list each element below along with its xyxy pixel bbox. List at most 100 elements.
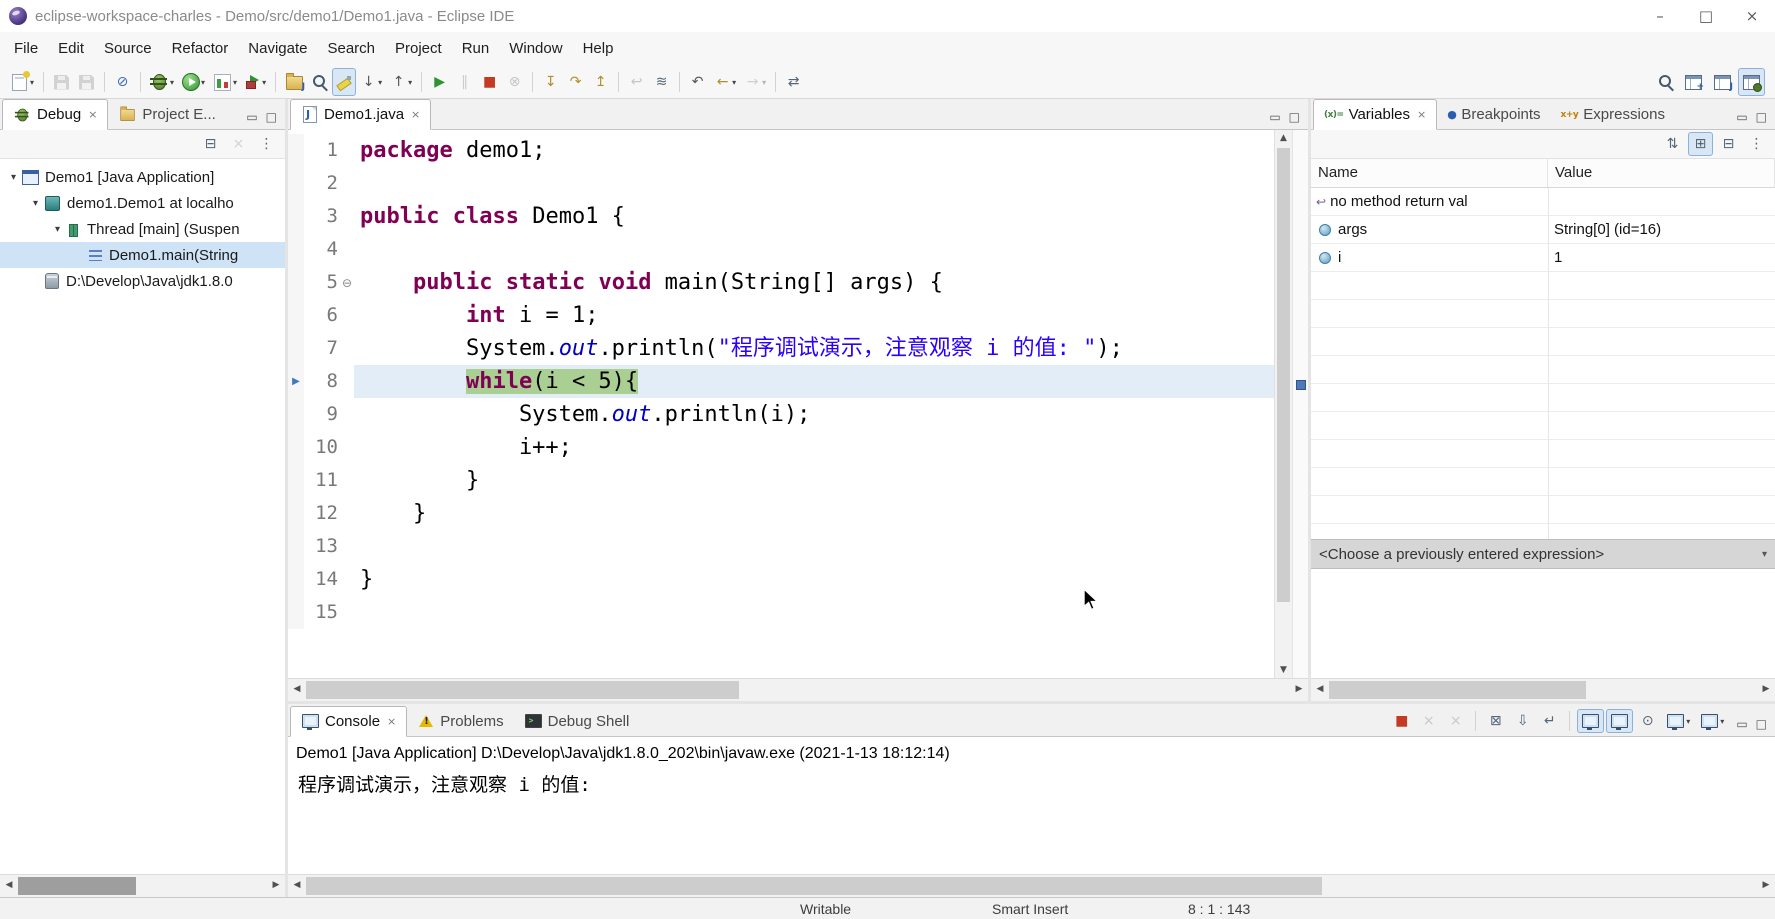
debug-tree-item[interactable]: ▾Demo1 [Java Application] <box>0 164 285 190</box>
scrollbar-track[interactable] <box>1275 146 1292 662</box>
java-perspective-icon[interactable]: J <box>1709 68 1736 96</box>
skip-all-breakpoints-icon[interactable]: ⊘ <box>110 68 135 96</box>
scrollbar-track[interactable] <box>306 679 1290 701</box>
tab-variables[interactable]: (x)= Variables × <box>1313 99 1437 130</box>
menu-search[interactable]: Search <box>317 32 385 66</box>
overview-ruler[interactable] <box>1292 130 1308 678</box>
word-wrap-icon[interactable]: ↵ <box>1537 709 1562 733</box>
console-horizontal-scrollbar[interactable]: ◀ ▶ <box>288 874 1775 897</box>
menu-navigate[interactable]: Navigate <box>238 32 317 66</box>
open-console-icon[interactable]: ▾ <box>1696 709 1728 733</box>
close-icon[interactable]: × <box>1417 108 1426 121</box>
tab-breakpoints[interactable]: ● Breakpoints <box>1437 100 1550 129</box>
use-step-filters-icon[interactable]: ≋ <box>649 68 674 96</box>
terminate-console-icon[interactable]: ■ <box>1389 709 1414 733</box>
debug-icon[interactable]: ▾ <box>146 68 178 96</box>
open-type-icon[interactable] <box>308 68 332 96</box>
minimize-view-button[interactable]: ▭ <box>1736 718 1747 730</box>
tree-expander-icon[interactable]: ▾ <box>6 172 21 183</box>
debug-horizontal-scrollbar[interactable]: ◀ ▶ <box>0 874 285 897</box>
minimize-view-button[interactable]: ▭ <box>1269 111 1280 123</box>
toggle-mark-occurrences-icon[interactable] <box>332 68 356 96</box>
scroll-left-arrow-icon[interactable]: ◀ <box>1311 679 1329 701</box>
menu-project[interactable]: Project <box>385 32 452 66</box>
debug-tree-item[interactable]: ▾Thread [main] (Suspen <box>0 216 285 242</box>
tab-project-explorer[interactable]: Project E... <box>108 100 225 129</box>
show-console-on-stderr-icon[interactable] <box>1606 709 1633 733</box>
scrollbar-thumb[interactable] <box>306 877 1322 895</box>
maximize-view-button[interactable]: □ <box>266 111 277 123</box>
tab-demo1-java[interactable]: J Demo1.java × <box>290 99 431 130</box>
code-line[interactable] <box>354 233 1274 266</box>
tab-debug[interactable]: Debug × <box>2 99 108 130</box>
display-selected-console-icon[interactable]: ▾ <box>1662 709 1694 733</box>
close-icon[interactable]: × <box>387 715 396 728</box>
window-maximize-button[interactable]: □ <box>1683 0 1729 32</box>
quick-access-search-icon[interactable] <box>1654 68 1678 96</box>
scrollbar-thumb[interactable] <box>1329 681 1586 699</box>
column-value[interactable]: Value <box>1548 159 1775 187</box>
new-java-project-icon[interactable]: J <box>281 68 308 96</box>
scroll-right-arrow-icon[interactable]: ▶ <box>267 875 285 897</box>
menu-edit[interactable]: Edit <box>48 32 94 66</box>
show-logical-structures-icon[interactable]: ⊞ <box>1688 132 1713 156</box>
step-into-icon[interactable]: ↧ <box>538 68 563 96</box>
tree-expander-icon[interactable]: ▾ <box>50 224 65 235</box>
code-line[interactable] <box>354 596 1274 629</box>
code-line[interactable]: public class Demo1 { <box>354 200 1274 233</box>
menu-source[interactable]: Source <box>94 32 162 66</box>
resume-icon[interactable]: ▶ <box>427 68 452 96</box>
debug-tree-item[interactable]: ▾demo1.Demo1 at localho <box>0 190 285 216</box>
open-perspective-icon[interactable]: + <box>1680 68 1707 96</box>
show-type-names-icon[interactable]: ⇅ <box>1660 132 1685 156</box>
terminate-icon[interactable]: ■ <box>477 68 502 96</box>
show-console-on-stdout-icon[interactable] <box>1577 709 1604 733</box>
scroll-left-arrow-icon[interactable]: ◀ <box>288 679 306 701</box>
close-icon[interactable]: × <box>88 108 97 121</box>
scroll-right-arrow-icon[interactable]: ▶ <box>1757 875 1775 897</box>
coverage-icon[interactable]: ▾ <box>209 68 241 96</box>
collapse-all-icon[interactable]: ⊟ <box>1716 132 1741 156</box>
scroll-right-arrow-icon[interactable]: ▶ <box>1757 679 1775 701</box>
editor-vertical-scrollbar[interactable]: ▲ ▼ <box>1274 130 1292 678</box>
tab-console[interactable]: Console × <box>290 706 407 737</box>
editor-horizontal-scrollbar[interactable]: ◀ ▶ <box>288 678 1308 701</box>
code-line[interactable]: int i = 1; <box>354 299 1274 332</box>
scrollbar-track[interactable] <box>18 875 267 897</box>
code-line[interactable] <box>354 167 1274 200</box>
menu-file[interactable]: File <box>4 32 48 66</box>
current-line-marker[interactable] <box>1296 380 1306 390</box>
column-name[interactable]: Name <box>1311 159 1548 187</box>
window-close-button[interactable]: × <box>1729 0 1775 32</box>
clear-console-icon[interactable]: ⊠ <box>1483 709 1508 733</box>
debug-perspective-icon[interactable] <box>1738 68 1765 96</box>
scroll-left-arrow-icon[interactable]: ◀ <box>288 875 306 897</box>
scroll-left-arrow-icon[interactable]: ◀ <box>0 875 18 897</box>
window-minimize-button[interactable]: – <box>1637 0 1683 32</box>
next-annotation-icon[interactable]: ↓▾ <box>356 68 386 96</box>
code-line[interactable]: while(i < 5){ <box>354 365 1274 398</box>
scrollbar-thumb[interactable] <box>18 877 136 895</box>
maximize-view-button[interactable]: □ <box>1756 111 1767 123</box>
code-line[interactable]: package demo1; <box>354 134 1274 167</box>
scrollbar-track[interactable] <box>306 875 1757 897</box>
close-icon[interactable]: × <box>411 108 420 121</box>
link-with-editor-icon[interactable]: ⇄ <box>781 68 806 96</box>
debug-tree-item[interactable]: D:\Develop\Java\jdk1.8.0 <box>0 268 285 294</box>
variables-horizontal-scrollbar[interactable]: ◀ ▶ <box>1311 678 1775 701</box>
code-line[interactable]: System.out.println("程序调试演示，注意观察 i 的值: ")… <box>354 332 1274 365</box>
menu-help[interactable]: Help <box>573 32 624 66</box>
tab-problems[interactable]: ! Problems <box>407 707 513 736</box>
minimize-view-button[interactable]: ▭ <box>1736 111 1747 123</box>
menu-window[interactable]: Window <box>499 32 572 66</box>
code-line[interactable]: } <box>354 563 1274 596</box>
maximize-view-button[interactable]: □ <box>1756 718 1767 730</box>
last-edit-location-icon[interactable]: ↶ <box>685 68 710 96</box>
maximize-view-button[interactable]: □ <box>1289 111 1300 123</box>
code-line[interactable]: i++; <box>354 431 1274 464</box>
scroll-lock-icon[interactable]: ⇩ <box>1510 709 1535 733</box>
step-over-icon[interactable]: ↷ <box>563 68 588 96</box>
view-menu-icon[interactable]: ⋮ <box>254 132 279 156</box>
code-line[interactable] <box>354 530 1274 563</box>
new-wizard-icon[interactable]: ▾ <box>6 68 38 96</box>
